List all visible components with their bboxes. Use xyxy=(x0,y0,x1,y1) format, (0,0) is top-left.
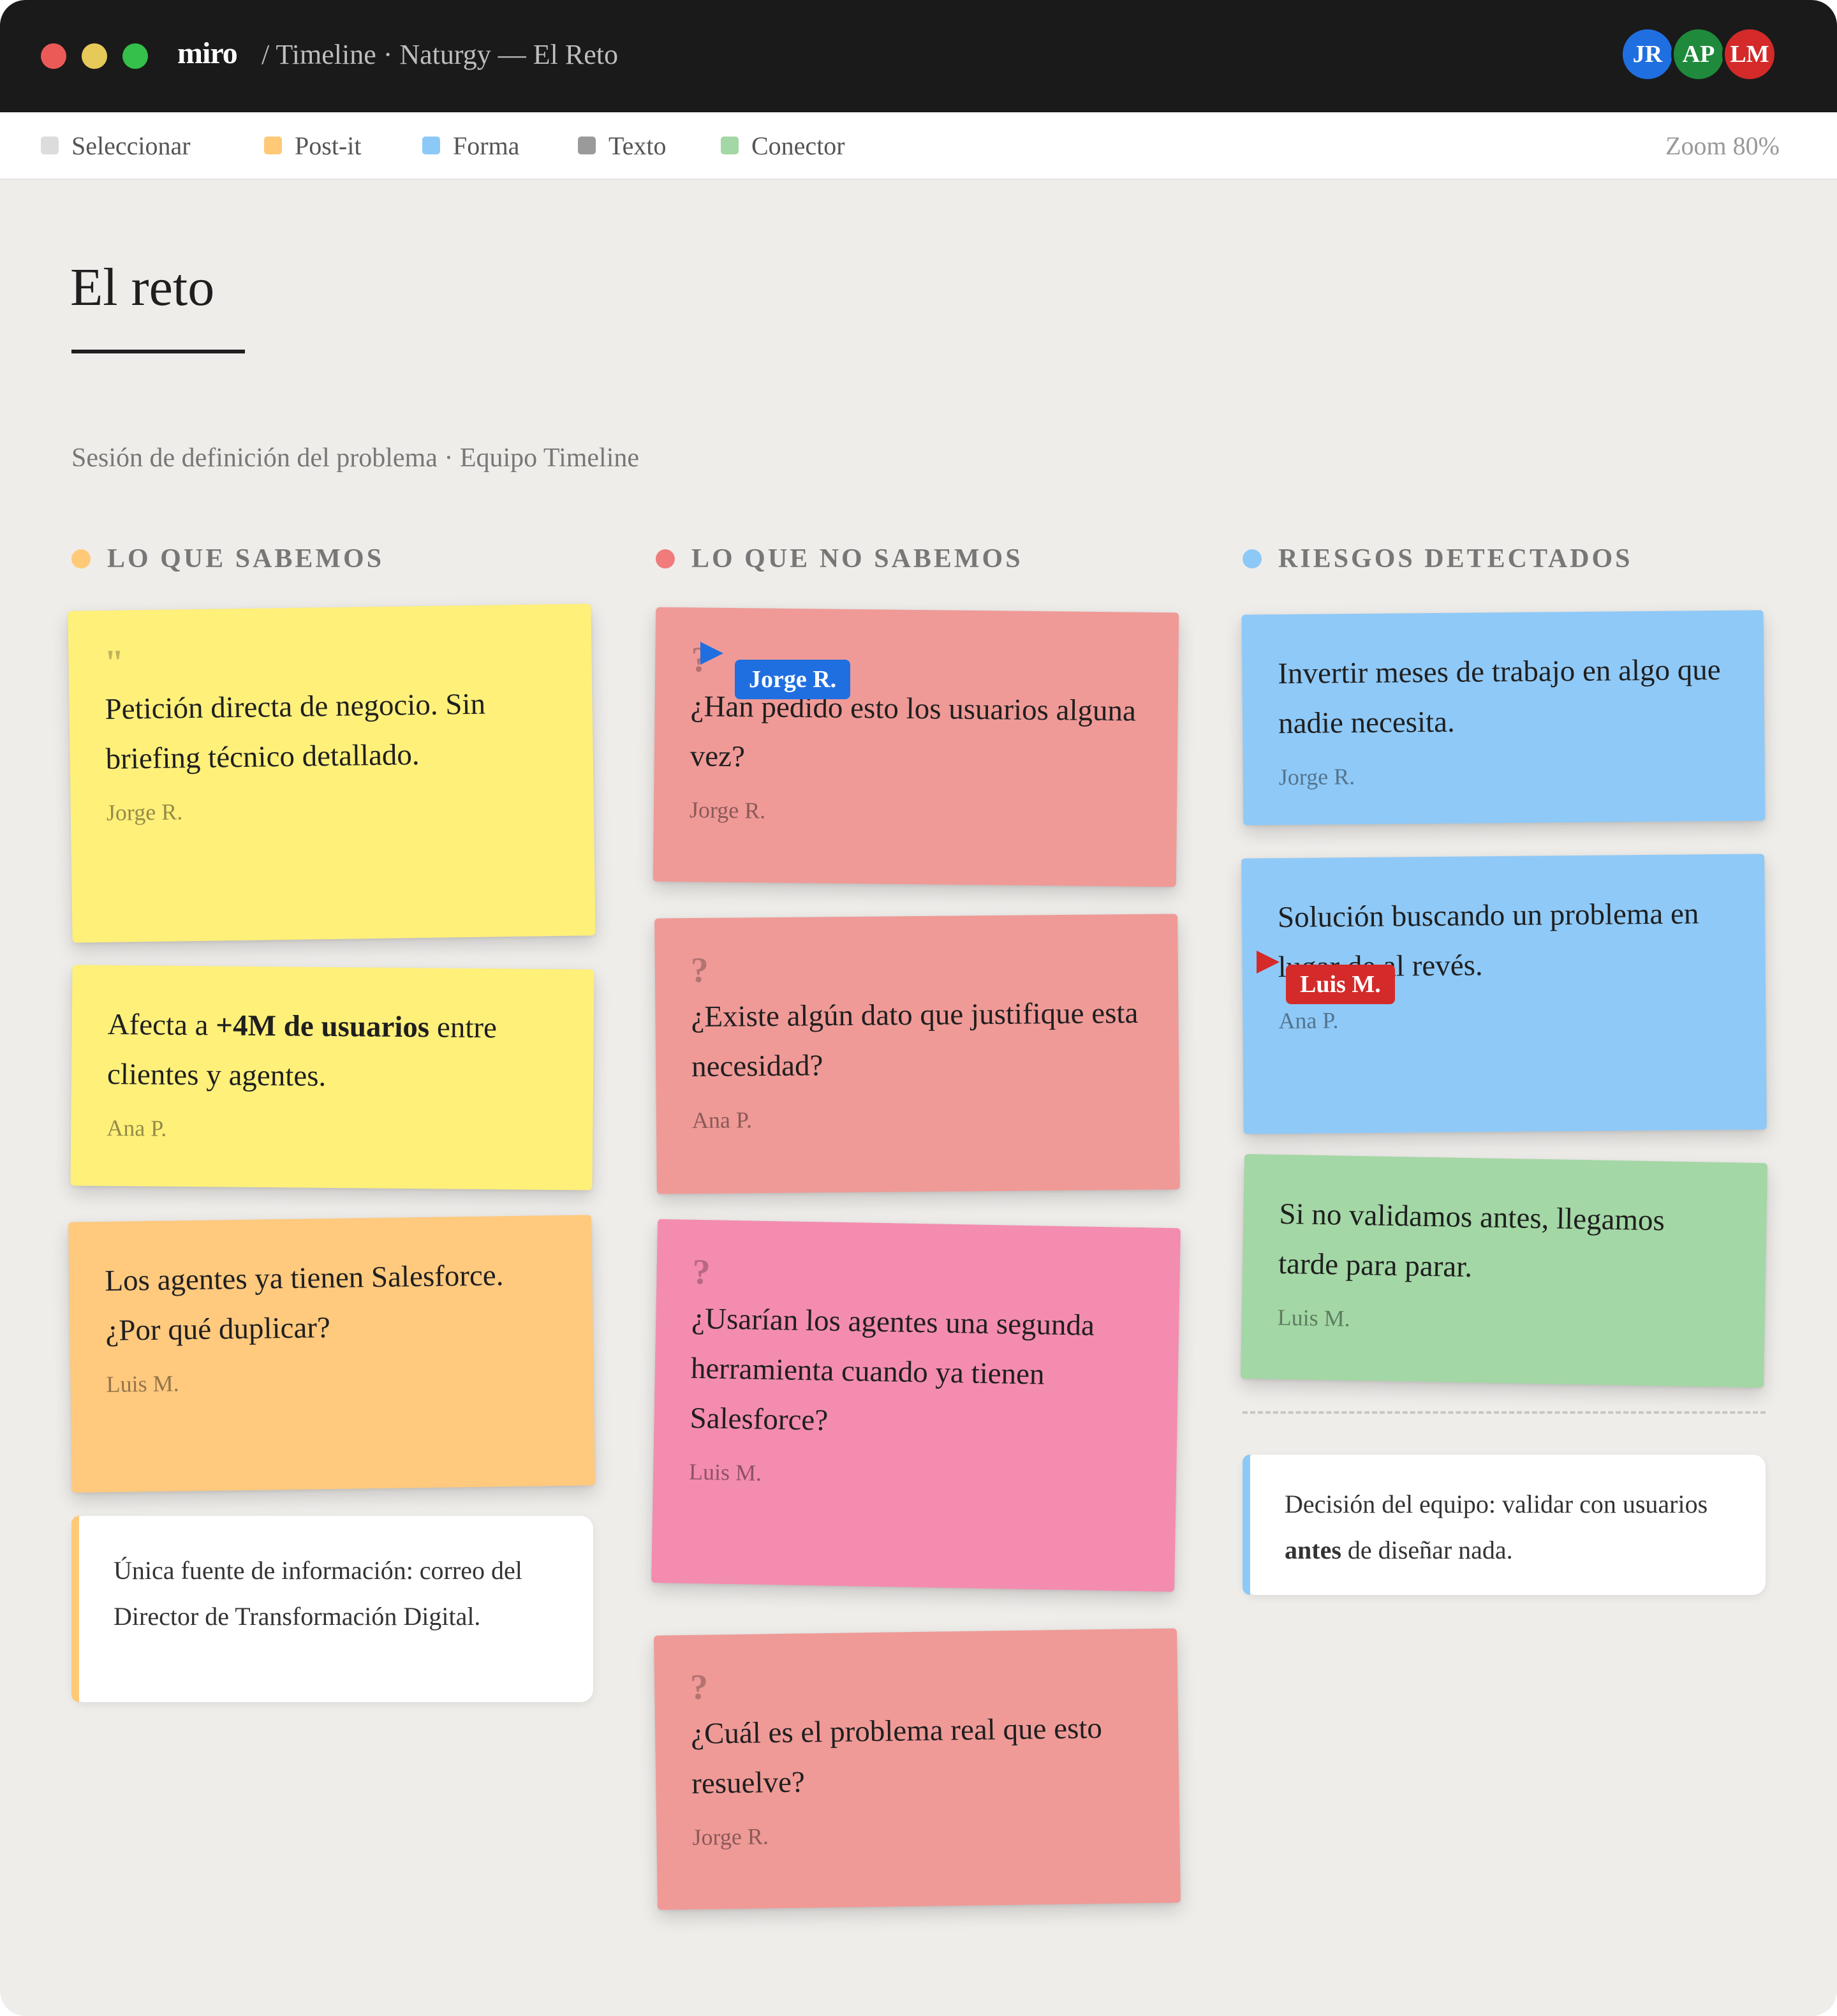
sticky-text: Afecta a +4M de usuarios entre clientes … xyxy=(107,1000,558,1103)
cursor-arrow-icon xyxy=(700,642,723,665)
avatar-lm[interactable]: LM xyxy=(1722,27,1777,82)
cursor-label-luis: Luis M. xyxy=(1286,965,1395,1004)
sticky-text: Invertir meses de trabajo en algo que na… xyxy=(1278,653,1721,741)
toolbar: Seleccionar Post-it Forma Texto Conector… xyxy=(0,112,1837,180)
sticky-author: Ana P. xyxy=(691,1107,753,1134)
column-dot-icon xyxy=(656,549,675,568)
column-header-known: LO QUE SABEMOS xyxy=(71,544,384,574)
question-icon: ? xyxy=(692,1252,711,1293)
column-dot-icon xyxy=(1243,549,1262,568)
sticky-author: Luis M. xyxy=(106,1370,179,1397)
avatar-ap[interactable]: AP xyxy=(1671,27,1726,82)
board-title: El reto xyxy=(70,258,215,317)
connector-swatch-icon xyxy=(721,137,739,154)
title-bar: miro / Timeline · Naturgy — El Reto JR A… xyxy=(0,0,1837,112)
sticky-known-3[interactable]: Los agentes ya tienen Salesforce. ¿Por q… xyxy=(68,1215,595,1493)
breadcrumb[interactable]: / Timeline · Naturgy — El Reto xyxy=(262,38,618,71)
note-emphasis: antes xyxy=(1285,1536,1341,1564)
zoom-level[interactable]: Zoom 80% xyxy=(1665,128,1780,163)
avatar-jr[interactable]: JR xyxy=(1620,27,1675,82)
quote-icon: " xyxy=(104,642,125,683)
miro-logo[interactable]: miro xyxy=(177,36,238,71)
cursor-arrow-icon xyxy=(1257,951,1280,974)
column-label: LO QUE NO SABEMOS xyxy=(691,544,1023,574)
note-text: de diseñar nada. xyxy=(1341,1536,1513,1564)
sticky-text: Si no validamos antes, llegamos tarde pa… xyxy=(1278,1197,1665,1284)
shape-swatch-icon xyxy=(422,137,440,154)
text-segment: Afecta a xyxy=(107,1007,216,1042)
sticky-known-1[interactable]: " Petición directa de negocio. Sin brief… xyxy=(68,604,596,943)
postit-swatch-icon xyxy=(264,137,282,154)
sticky-text: ¿Existe algún dato que justifique esta n… xyxy=(691,996,1139,1084)
tool-postit[interactable]: Post-it xyxy=(264,128,361,163)
note-text: Única fuente de información: correo del … xyxy=(114,1556,522,1631)
select-swatch-icon xyxy=(41,137,59,154)
note-accent xyxy=(71,1516,79,1702)
sticky-author: Jorge R. xyxy=(106,799,183,826)
close-window-button[interactable] xyxy=(41,43,66,69)
sticky-text: Petición directa de negocio. Sin briefin… xyxy=(105,687,486,776)
sticky-text: Los agentes ya tienen Salesforce. ¿Por q… xyxy=(105,1259,504,1347)
title-underline xyxy=(71,350,245,353)
tool-connector[interactable]: Conector xyxy=(721,128,845,163)
note-accent xyxy=(1243,1455,1250,1595)
sticky-author: Jorge R. xyxy=(692,1823,769,1850)
text-emphasis: +4M de usuarios xyxy=(216,1009,430,1044)
sticky-text: ¿Cuál es el problema real que esto resue… xyxy=(690,1711,1103,1800)
sticky-author: Ana P. xyxy=(107,1115,167,1141)
question-icon: ? xyxy=(690,1667,709,1707)
text-swatch-icon xyxy=(578,137,596,154)
question-icon: ? xyxy=(690,950,709,991)
sticky-unknown-4[interactable]: ? ¿Cuál es el problema real que esto res… xyxy=(654,1628,1181,1910)
sticky-unknown-1[interactable]: ? ¿Han pedido esto los usuarios alguna v… xyxy=(653,607,1179,887)
tool-label: Texto xyxy=(609,131,667,160)
tool-label: Conector xyxy=(751,131,845,160)
tool-shape[interactable]: Forma xyxy=(422,128,519,163)
column-divider xyxy=(1243,1411,1766,1414)
cursor-label-jorge: Jorge R. xyxy=(735,660,851,699)
info-note[interactable]: Única fuente de información: correo del … xyxy=(71,1516,593,1702)
tool-label: Seleccionar xyxy=(71,131,191,160)
sticky-risk-1[interactable]: Invertir meses de trabajo en algo que na… xyxy=(1241,610,1766,826)
column-header-unknown: LO QUE NO SABEMOS xyxy=(656,544,1023,574)
sticky-unknown-2[interactable]: ? ¿Existe algún dato que justifique esta… xyxy=(654,914,1180,1194)
tool-text[interactable]: Texto xyxy=(578,128,667,163)
tool-label: Post-it xyxy=(295,131,362,160)
column-header-risks: RIESGOS DETECTADOS xyxy=(1243,544,1633,574)
sticky-author: Jorge R. xyxy=(1278,764,1355,790)
maximize-window-button[interactable] xyxy=(122,43,148,69)
sticky-author: Ana P. xyxy=(1278,1007,1339,1034)
board-subtitle: Sesión de definición del problema · Equi… xyxy=(71,443,640,473)
tool-select[interactable]: Seleccionar xyxy=(41,128,191,163)
tool-label: Forma xyxy=(453,131,520,160)
column-label: LO QUE SABEMOS xyxy=(107,544,385,574)
sticky-known-2[interactable]: Afecta a +4M de usuarios entre clientes … xyxy=(70,965,594,1190)
column-label: RIESGOS DETECTADOS xyxy=(1278,544,1633,574)
app-window: miro / Timeline · Naturgy — El Reto JR A… xyxy=(0,0,1837,2016)
sticky-author: Luis M. xyxy=(688,1458,762,1486)
sticky-author: Luis M. xyxy=(1277,1304,1351,1331)
sticky-author: Jorge R. xyxy=(689,797,766,824)
column-dot-icon xyxy=(71,549,91,568)
note-text: Decisión del equipo: validar con usuario… xyxy=(1285,1490,1708,1518)
sticky-unknown-3[interactable]: ? ¿Usarían los agentes una segunda herra… xyxy=(651,1219,1181,1592)
sticky-risk-3[interactable]: Si no validamos antes, llegamos tarde pa… xyxy=(1240,1153,1768,1388)
minimize-window-button[interactable] xyxy=(82,43,107,69)
sticky-text: ¿Usarían los agentes una segunda herrami… xyxy=(690,1301,1095,1437)
decision-note[interactable]: Decisión del equipo: validar con usuario… xyxy=(1243,1455,1766,1595)
